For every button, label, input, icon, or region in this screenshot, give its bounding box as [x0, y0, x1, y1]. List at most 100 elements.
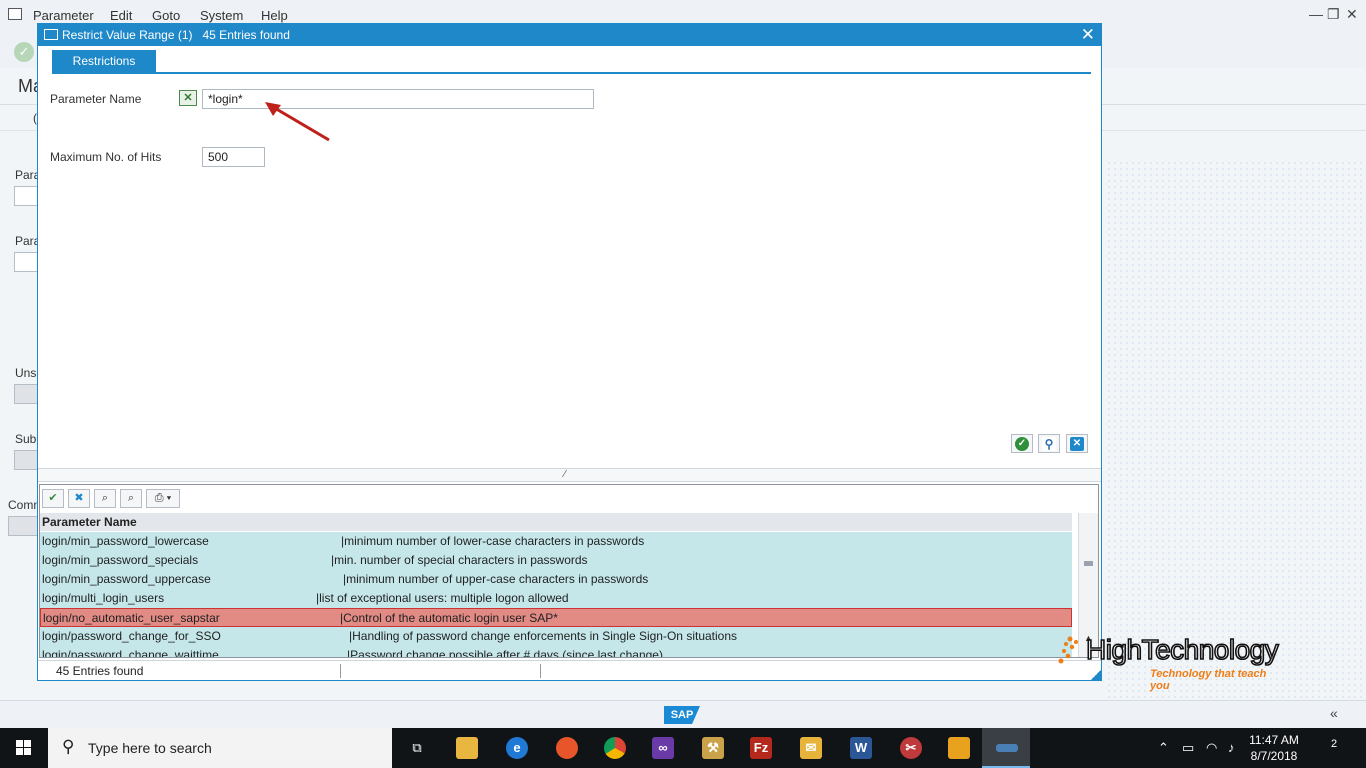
filezilla-icon: Fz — [750, 737, 772, 759]
taskbar-clock[interactable]: 11:47 AM 8/7/2018 — [1244, 732, 1304, 764]
row-description: |minimum number of lower-case characters… — [341, 534, 645, 548]
print-menu-icon[interactable]: ⎙ ▾ — [146, 489, 180, 508]
dialog-titlebar: Restrict Value Range (1) 45 Entries foun… — [38, 24, 1101, 46]
dialog-title: Restrict Value Range (1) 45 Entries foun… — [62, 28, 290, 42]
bottom-status-bar: SAP « — [0, 700, 1366, 728]
notification-center-icon[interactable]: 2 — [1322, 738, 1346, 758]
parameter-name-input[interactable]: *login* — [202, 89, 594, 109]
background-pattern — [1106, 160, 1366, 700]
cancel-icon: ✕ — [1070, 437, 1084, 451]
sap-logo: SAP — [664, 706, 700, 724]
row-description: |Handling of password change enforcement… — [349, 629, 738, 643]
row-parameter-name: login/min_password_lowercase — [42, 534, 209, 548]
row-parameter-name: login/password_change_waittime — [42, 648, 219, 658]
results-column-header[interactable]: Parameter Name — [40, 513, 1072, 531]
scrollbar-thumb[interactable] — [1084, 561, 1093, 566]
tray-chevron-up-icon[interactable]: ⌃ — [1158, 740, 1169, 756]
restrict-value-range-dialog: Restrict Value Range (1) 45 Entries foun… — [37, 23, 1102, 681]
tools-icon: ⚒ — [702, 737, 724, 759]
taskbar-file-explorer[interactable] — [442, 728, 490, 768]
task-view-button[interactable]: ⧉ — [392, 728, 440, 768]
max-hits-label: Maximum No. of Hits — [50, 150, 162, 164]
list-item[interactable]: login/multi_login_users |list of excepti… — [40, 589, 1072, 608]
status-divider — [340, 664, 341, 678]
continue-button[interactable]: ✓ — [1011, 434, 1033, 453]
list-item[interactable]: login/min_password_specials |min. number… — [40, 551, 1072, 570]
results-list: ✔ ✖ ⌕ ⌕ ⎙ ▾ Parameter Name login/min_pas… — [39, 484, 1099, 658]
status-divider — [540, 664, 541, 678]
menu-parameter[interactable]: Parameter — [33, 8, 94, 23]
new-restriction-button[interactable]: ⚲ — [1038, 434, 1060, 453]
taskbar-visual-studio[interactable]: ∞ — [638, 728, 686, 768]
parameter-name-label: Parameter Name — [50, 92, 142, 106]
results-toolbar: ✔ ✖ ⌕ ⌕ ⎙ ▾ — [40, 485, 1098, 513]
menu-help[interactable]: Help — [261, 8, 288, 23]
visual-studio-icon: ∞ — [652, 737, 674, 759]
row-parameter-name: login/min_password_uppercase — [42, 572, 211, 586]
taskbar-word[interactable]: W — [836, 728, 884, 768]
start-button[interactable] — [0, 728, 48, 768]
splitter-bar[interactable]: ⁄ — [38, 468, 1101, 482]
substituted-field — [14, 450, 38, 470]
taskbar-snipping-tool[interactable]: ✂ — [886, 728, 934, 768]
window-menu-icon[interactable] — [8, 8, 22, 20]
clock-time: 11:47 AM — [1249, 733, 1299, 747]
copy-button[interactable]: ✔ — [42, 489, 64, 508]
row-description: |minimum number of upper-case characters… — [343, 572, 649, 586]
splitter-grip-icon[interactable]: ⁄ — [564, 469, 566, 480]
row-parameter-name: login/no_automatic_user_sapstar — [43, 611, 220, 625]
sap-logon-icon — [948, 737, 970, 759]
taskbar-outlook[interactable]: ✉ — [786, 728, 834, 768]
minimize-icon[interactable]: — — [1309, 6, 1323, 22]
close-window-icon[interactable]: ✕ — [1346, 6, 1358, 23]
row-description: |Password change possible after # days (… — [347, 648, 663, 658]
taskbar-tools[interactable]: ⚒ — [688, 728, 736, 768]
enter-icon[interactable]: ✓ — [14, 42, 34, 62]
taskbar-sap-logon[interactable] — [934, 728, 982, 768]
dialog-status-bar: 45 Entries found — [38, 660, 1101, 680]
taskbar-filezilla[interactable]: Fz — [736, 728, 784, 768]
taskbar-firefox[interactable] — [542, 728, 590, 768]
sap-gui-icon — [996, 744, 1018, 752]
find-next-icon[interactable]: ⌕ — [120, 489, 142, 508]
row-parameter-name: login/min_password_specials — [42, 553, 199, 567]
windows-logo-icon — [16, 740, 31, 755]
double-chevron-left-icon[interactable]: « — [1330, 705, 1338, 721]
volume-icon[interactable]: ♪ — [1228, 740, 1235, 755]
tab-underline — [52, 72, 1091, 74]
tab-restrictions[interactable]: Restrictions — [52, 50, 156, 72]
list-item-selected[interactable]: login/no_automatic_user_sapstar |Control… — [40, 608, 1072, 627]
list-item[interactable]: login/min_password_uppercase |minimum nu… — [40, 570, 1072, 589]
battery-icon[interactable]: ▭ — [1182, 740, 1194, 756]
menu-system[interactable]: System — [200, 8, 243, 23]
list-item[interactable]: login/password_change_waittime |Password… — [40, 646, 1072, 658]
menu-goto[interactable]: Goto — [152, 8, 180, 23]
file-explorer-icon — [456, 737, 478, 759]
windows-taskbar: ⚲ Type here to search ⧉ e ∞ ⚒ Fz ✉ W ✂ ⌃… — [0, 728, 1366, 768]
selection-options-icon[interactable]: ✕ — [179, 90, 197, 106]
check-icon: ✓ — [1015, 437, 1029, 451]
wifi-icon[interactable]: ◠ — [1206, 740, 1217, 756]
hightechnology-watermark: HighTechnology Technology that teach you — [1056, 632, 1286, 692]
dialog-close-icon[interactable]: ✕ — [1081, 25, 1095, 45]
hightechnology-logo-icon — [1058, 636, 1078, 664]
parameter-field-1[interactable] — [14, 186, 38, 206]
cancel-button[interactable]: ✕ — [1066, 434, 1088, 453]
taskbar-search-box[interactable]: ⚲ Type here to search — [48, 728, 392, 768]
task-view-icon: ⧉ — [412, 740, 422, 755]
row-description: |Control of the automatic login user SAP… — [340, 611, 558, 625]
row-description: |min. number of special characters in pa… — [331, 553, 588, 567]
taskbar-edge[interactable]: e — [492, 728, 540, 768]
taskbar-chrome[interactable] — [590, 728, 638, 768]
find-icon[interactable]: ⌕ — [94, 489, 116, 508]
taskbar-sap-gui-active[interactable] — [982, 728, 1030, 768]
cancel-list-button[interactable]: ✖ — [68, 489, 90, 508]
parameter-field-2[interactable] — [14, 252, 38, 272]
mail-icon: ✉ — [800, 737, 822, 759]
list-item[interactable]: login/min_password_lowercase |minimum nu… — [40, 532, 1072, 551]
max-hits-input[interactable]: 500 — [202, 147, 265, 167]
clock-date: 8/7/2018 — [1250, 749, 1298, 763]
menu-edit[interactable]: Edit — [110, 8, 132, 23]
list-item[interactable]: login/password_change_for_SSO |Handling … — [40, 627, 1072, 646]
restore-icon[interactable]: ❐ — [1327, 6, 1340, 23]
